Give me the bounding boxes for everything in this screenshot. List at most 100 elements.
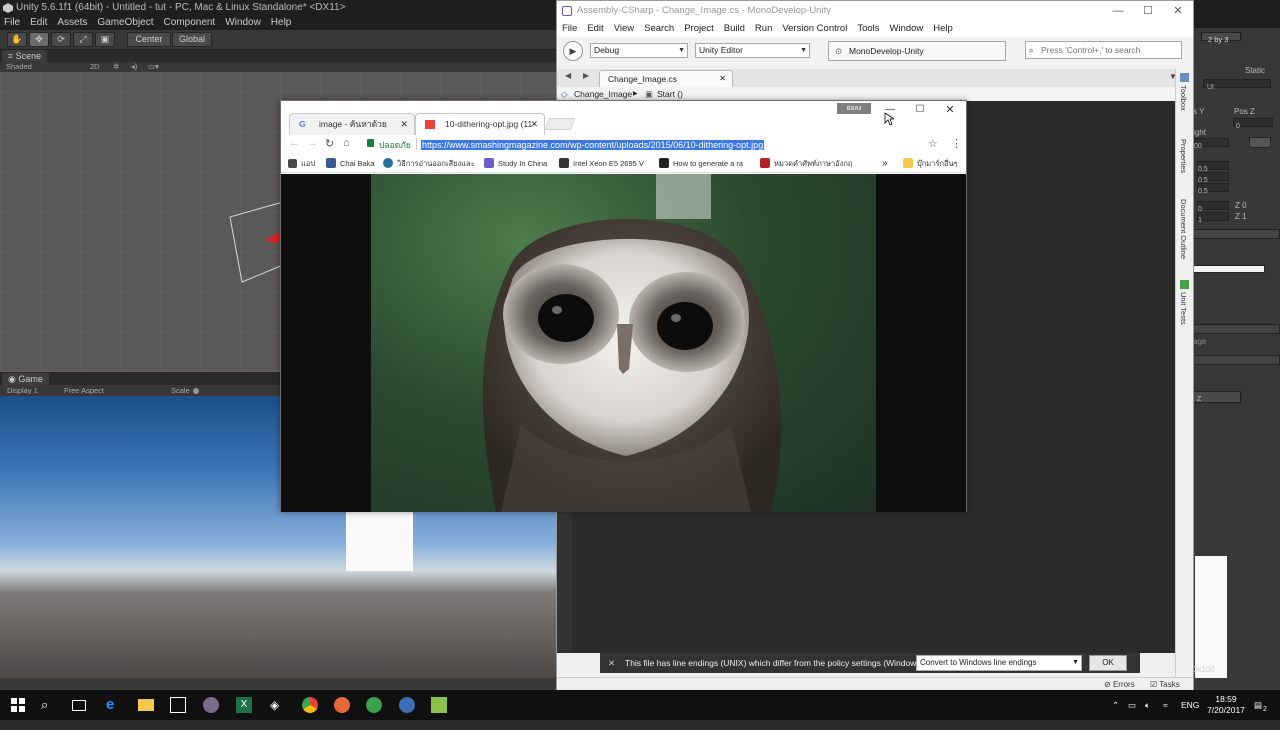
- side-tab-unit-tests[interactable]: Unit Tests: [1179, 292, 1188, 325]
- z-button[interactable]: Z: [1193, 391, 1241, 403]
- monodevelop-taskbar-icon[interactable]: [399, 697, 415, 713]
- address-bar[interactable]: https://www.smashingmagazine.com/wp-cont…: [421, 137, 921, 153]
- action-center-icon[interactable]: ▤: [1254, 690, 1262, 720]
- other-bookmarks-folder[interactable]: บุ๊กมาร์กอื่นๆ: [903, 155, 958, 173]
- bookmark-how-to-generate[interactable]: How to generate a ra: [659, 155, 743, 173]
- bookmark-study-in-china[interactable]: Study In China: [484, 155, 547, 173]
- chrome-taskbar-icon[interactable]: [302, 697, 318, 713]
- store-icon[interactable]: [170, 697, 186, 713]
- rect-tool-button[interactable]: ▣: [95, 32, 115, 47]
- chrome-close-button[interactable]: ✕: [939, 103, 961, 119]
- rotate-tool-button[interactable]: ⟳: [51, 32, 71, 47]
- effects-toggle-icon[interactable]: ▭▾: [148, 62, 159, 72]
- clock[interactable]: 18:59 7/20/2017: [1204, 690, 1248, 720]
- side-tab-document-outline[interactable]: Document Outline: [1179, 199, 1188, 259]
- unity-menu-gameobject[interactable]: GameObject: [97, 16, 153, 30]
- height-field[interactable]: 00: [1193, 138, 1229, 150]
- task-view-icon[interactable]: [72, 700, 86, 711]
- rotation-field[interactable]: 0: [1197, 201, 1229, 213]
- search-icon[interactable]: ⌕: [41, 697, 57, 713]
- scene-tab[interactable]: ⌗ Scene: [2, 50, 48, 62]
- bookmark-chai-baka[interactable]: Chai Baka: [326, 155, 375, 173]
- close-icon[interactable]: ✕: [400, 114, 408, 134]
- anchor-field[interactable]: 0.5: [1197, 183, 1229, 195]
- wifi-icon[interactable]: ≈: [1163, 690, 1168, 720]
- bookmark-apps[interactable]: แอป: [288, 155, 315, 173]
- md-menu-project[interactable]: Project: [684, 21, 714, 37]
- unity-menu-file[interactable]: File: [4, 16, 20, 30]
- md-menu-search[interactable]: Search: [644, 21, 674, 37]
- audio-toggle-icon[interactable]: ◂): [131, 62, 137, 72]
- move-tool-button[interactable]: ✥: [29, 32, 49, 47]
- bookmark-english-vocab[interactable]: หมวดคำศัพท์ภาษาอังกฤ: [760, 155, 852, 173]
- side-tab-toolbox[interactable]: Toolbox: [1179, 85, 1188, 111]
- md-menu-run[interactable]: Run: [755, 21, 772, 37]
- tab-google-search[interactable]: G image - ค้นหาด้วย Google ✕: [289, 113, 415, 149]
- close-icon[interactable]: ✕: [530, 114, 538, 134]
- scale-tool-button[interactable]: ⤢: [73, 32, 93, 47]
- shading-mode-dropdown[interactable]: Shaded: [6, 62, 32, 72]
- configuration-dropdown[interactable]: Debug ▼: [590, 43, 688, 58]
- unity-menu-help[interactable]: Help: [271, 16, 292, 30]
- close-icon[interactable]: ✕: [719, 71, 726, 87]
- hand-tool-button[interactable]: ✋: [7, 32, 27, 47]
- pivot-global-button[interactable]: Global: [172, 32, 212, 47]
- bookmark-intel-xeon[interactable]: Intel Xeon E5 2695 V: [559, 155, 644, 173]
- path-method[interactable]: Start (): [657, 87, 683, 101]
- md-menu-tools[interactable]: Tools: [857, 21, 879, 37]
- line-endings-dropdown[interactable]: Convert to Windows line endings ▼: [916, 655, 1082, 671]
- md-close-button[interactable]: ✕: [1163, 1, 1193, 21]
- scale-field[interactable]: 1: [1197, 212, 1229, 224]
- chrome-menu-icon[interactable]: ⋮: [951, 137, 962, 150]
- aspect-dropdown[interactable]: Free Aspect: [64, 385, 104, 396]
- tab-change-image-cs[interactable]: Change_Image.cs ✕: [599, 70, 733, 87]
- md-minimize-button[interactable]: —: [1103, 1, 1133, 21]
- unity-menu-assets[interactable]: Assets: [57, 16, 87, 30]
- file-explorer-icon[interactable]: [138, 699, 154, 711]
- 2d-toggle[interactable]: 2D: [90, 62, 100, 72]
- unity-taskbar-icon[interactable]: ◈: [270, 697, 286, 713]
- battery-icon[interactable]: ▭: [1128, 690, 1136, 720]
- tray-up-arrow-icon[interactable]: ⌃: [1112, 690, 1119, 720]
- reload-button[interactable]: ↻: [325, 137, 334, 150]
- language-indicator[interactable]: ENG: [1181, 690, 1199, 720]
- new-tab-button[interactable]: [544, 118, 576, 130]
- md-menu-file[interactable]: File: [562, 21, 577, 37]
- image-component-header[interactable]: [1193, 324, 1280, 334]
- infobar-close-icon[interactable]: ✕: [608, 653, 615, 673]
- md-maximize-button[interactable]: ☐: [1133, 1, 1163, 21]
- bookmarks-more-button[interactable]: »: [882, 155, 888, 173]
- component-header[interactable]: [1193, 229, 1280, 239]
- excel-icon[interactable]: X: [236, 697, 252, 713]
- chrome-maximize-button[interactable]: ☐: [909, 104, 931, 120]
- layout-dropdown[interactable]: 2 by 3: [1201, 32, 1241, 44]
- unity-menu-edit[interactable]: Edit: [30, 16, 47, 30]
- color-field[interactable]: [1193, 265, 1265, 273]
- layer-dropdown[interactable]: UI: [1203, 79, 1271, 91]
- pivot-x-field[interactable]: 0.5: [1197, 161, 1229, 173]
- md-menu-view[interactable]: View: [614, 21, 634, 37]
- run-button[interactable]: ▶: [563, 41, 583, 61]
- unity-menu-window[interactable]: Window: [225, 16, 261, 30]
- bookmark-star-icon[interactable]: ☆: [928, 137, 938, 150]
- app-green-icon[interactable]: [366, 697, 382, 713]
- raw-edit-button[interactable]: [1249, 137, 1271, 148]
- app-orange-icon[interactable]: [334, 697, 350, 713]
- notepad-taskbar-icon[interactable]: [431, 697, 447, 713]
- volume-icon[interactable]: 🔈︎: [1145, 690, 1150, 720]
- path-class[interactable]: Change_Image: [574, 87, 632, 101]
- ok-button[interactable]: OK: [1089, 655, 1127, 671]
- script-component-header[interactable]: [1193, 355, 1280, 365]
- md-menu-edit[interactable]: Edit: [587, 21, 603, 37]
- edge-icon[interactable]: e: [106, 697, 122, 713]
- tab-scroll-left-icon[interactable]: ◀: [565, 71, 571, 80]
- home-button[interactable]: ⌂: [343, 137, 350, 149]
- app-avatar-icon[interactable]: [203, 697, 219, 713]
- unity-menu-component[interactable]: Component: [164, 16, 216, 30]
- md-menu-version-control[interactable]: Version Control: [782, 21, 847, 37]
- search-input[interactable]: ⌕ Press 'Control+,' to search: [1025, 41, 1182, 59]
- forward-button[interactable]: →: [307, 137, 318, 149]
- md-menu-help[interactable]: Help: [933, 21, 953, 37]
- tab-scroll-right-icon[interactable]: ▶: [583, 71, 589, 80]
- target-dropdown[interactable]: Unity Editor ▼: [695, 43, 810, 58]
